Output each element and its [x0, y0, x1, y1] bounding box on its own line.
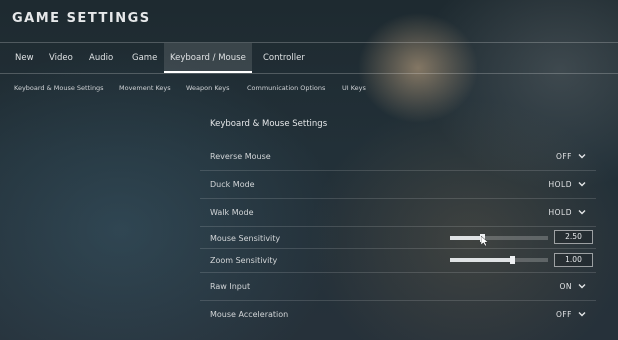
setting-value[interactable]: OFF — [556, 310, 572, 319]
setting-row-mouse-sensitivity: Mouse Sensitivity 2.50 — [200, 226, 596, 249]
setting-row-zoom-sensitivity: Zoom Sensitivity 1.00 — [200, 248, 596, 273]
subtab-weapon-keys[interactable]: Weapon Keys — [186, 78, 230, 98]
mouse-cursor-icon — [481, 236, 489, 246]
mouse-sensitivity-value-field[interactable]: 2.50 — [554, 230, 593, 244]
slider-fill — [450, 236, 483, 240]
chevron-down-icon[interactable] — [578, 180, 586, 188]
subtab-ui-keys[interactable]: UI Keys — [342, 78, 366, 98]
slider-fill — [450, 258, 512, 262]
mouse-sensitivity-slider[interactable] — [450, 234, 548, 242]
tab-keyboard-mouse[interactable]: Keyboard / Mouse — [164, 43, 252, 73]
setting-label: Duck Mode — [210, 180, 255, 189]
zoom-sensitivity-slider[interactable] — [450, 256, 548, 264]
chevron-down-icon[interactable] — [578, 208, 586, 216]
sub-tab-bar: Keyboard & Mouse Settings Movement Keys … — [0, 78, 618, 98]
setting-row-duck-mode[interactable]: Duck Mode HOLD — [200, 170, 596, 199]
zoom-sensitivity-value-field[interactable]: 1.00 — [554, 253, 593, 267]
chevron-down-icon[interactable] — [578, 282, 586, 290]
tab-controller[interactable]: Controller — [257, 43, 311, 73]
slider-handle[interactable] — [509, 256, 515, 264]
page-title: GAME SETTINGS — [12, 11, 151, 26]
setting-label: Raw Input — [210, 282, 251, 291]
setting-row-walk-mode[interactable]: Walk Mode HOLD — [200, 198, 596, 227]
setting-value[interactable]: OFF — [556, 152, 572, 161]
setting-label: Zoom Sensitivity — [210, 256, 278, 265]
setting-row-mouse-acceleration[interactable]: Mouse Acceleration OFF — [200, 300, 596, 328]
setting-row-raw-input[interactable]: Raw Input ON — [200, 272, 596, 301]
tab-new[interactable]: New — [9, 43, 40, 73]
setting-value[interactable]: HOLD — [549, 180, 573, 189]
chevron-down-icon[interactable] — [578, 152, 586, 160]
setting-value[interactable]: ON — [559, 282, 572, 291]
setting-label: Mouse Acceleration — [210, 310, 289, 319]
subtab-movement-keys[interactable]: Movement Keys — [119, 78, 171, 98]
main-tab-bar: New Video Audio Game Keyboard / Mouse Co… — [0, 42, 618, 74]
tab-game[interactable]: Game — [126, 43, 163, 73]
section-title: Keyboard & Mouse Settings — [210, 119, 328, 129]
header: GAME SETTINGS — [0, 0, 618, 40]
chevron-down-icon[interactable] — [578, 310, 586, 318]
settings-panel: Keyboard & Mouse Settings Reverse Mouse … — [200, 112, 596, 340]
setting-value[interactable]: HOLD — [549, 208, 573, 217]
tab-audio[interactable]: Audio — [83, 43, 119, 73]
setting-row-reverse-mouse[interactable]: Reverse Mouse OFF — [200, 142, 596, 171]
setting-label: Mouse Sensitivity — [210, 234, 281, 243]
setting-label: Walk Mode — [210, 208, 254, 217]
tab-video[interactable]: Video — [43, 43, 79, 73]
subtab-keyboard-mouse-settings[interactable]: Keyboard & Mouse Settings — [14, 78, 104, 98]
subtab-communication-options[interactable]: Communication Options — [247, 78, 325, 98]
setting-label: Reverse Mouse — [210, 152, 271, 161]
